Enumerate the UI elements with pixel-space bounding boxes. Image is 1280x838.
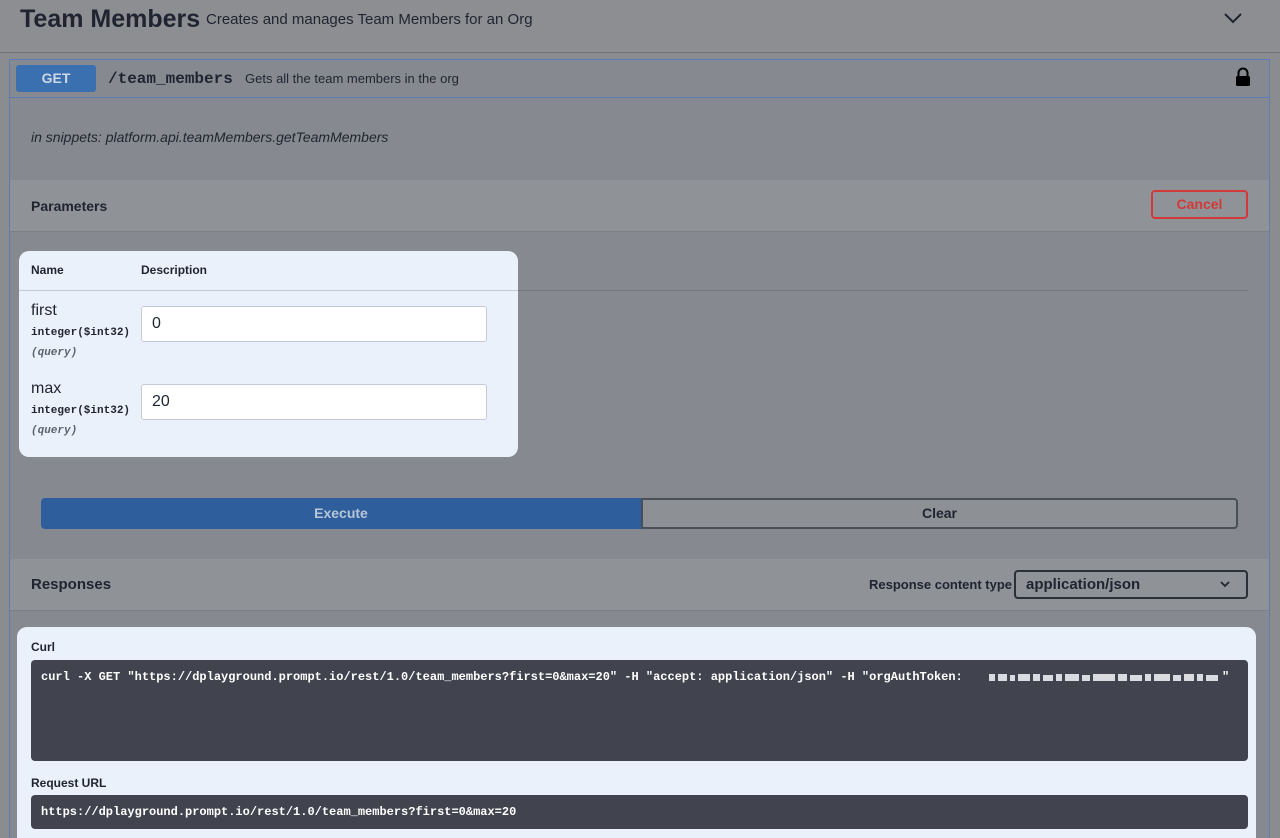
param-in-first: (query) bbox=[31, 347, 78, 359]
chevron-down-icon[interactable] bbox=[1222, 9, 1244, 27]
curl-command-end: " bbox=[1222, 670, 1230, 684]
param-input-max[interactable] bbox=[141, 384, 487, 420]
curl-command: curl -X GET "https://dplayground.prompt.… bbox=[41, 670, 970, 684]
curl-label: Curl bbox=[31, 640, 55, 654]
parameters-panel bbox=[19, 251, 518, 457]
tag-description: Creates and manages Team Members for an … bbox=[206, 11, 533, 28]
tag-title[interactable]: Team Members bbox=[20, 4, 200, 34]
snippet-text: in snippets: platform.api.teamMembers.ge… bbox=[31, 129, 389, 145]
responses-title: Responses bbox=[31, 576, 112, 593]
parameters-header bbox=[10, 180, 1269, 232]
param-name-first: first bbox=[31, 302, 57, 319]
column-header-description: Description bbox=[141, 263, 208, 277]
cancel-button[interactable]: Cancel bbox=[1151, 190, 1248, 219]
response-content-type-label: Response content type bbox=[869, 577, 1013, 592]
column-header-name: Name bbox=[31, 263, 64, 277]
method-badge: GET bbox=[16, 65, 96, 92]
response-content-type-value: application/json bbox=[1026, 576, 1141, 593]
request-url: https://dplayground.prompt.io/rest/1.0/t… bbox=[41, 805, 517, 819]
divider bbox=[517, 290, 1248, 291]
execute-button[interactable]: Execute bbox=[41, 498, 641, 529]
lock-icon[interactable] bbox=[1234, 67, 1252, 87]
param-type-first: integer($int32) bbox=[31, 327, 131, 339]
chevron-down-icon bbox=[1220, 581, 1230, 588]
param-name-max: max bbox=[31, 380, 62, 397]
redacted-token bbox=[989, 674, 1218, 681]
operation-path: /team_members bbox=[108, 70, 233, 88]
param-type-max: integer($int32) bbox=[31, 405, 131, 417]
request-url-label: Request URL bbox=[31, 776, 107, 790]
clear-button[interactable]: Clear bbox=[641, 498, 1238, 529]
parameters-title: Parameters bbox=[31, 198, 108, 214]
divider bbox=[19, 290, 518, 291]
param-in-max: (query) bbox=[31, 425, 78, 437]
operation-summary-text: Gets all the team members in the org bbox=[245, 71, 459, 86]
param-input-first[interactable] bbox=[141, 306, 487, 342]
